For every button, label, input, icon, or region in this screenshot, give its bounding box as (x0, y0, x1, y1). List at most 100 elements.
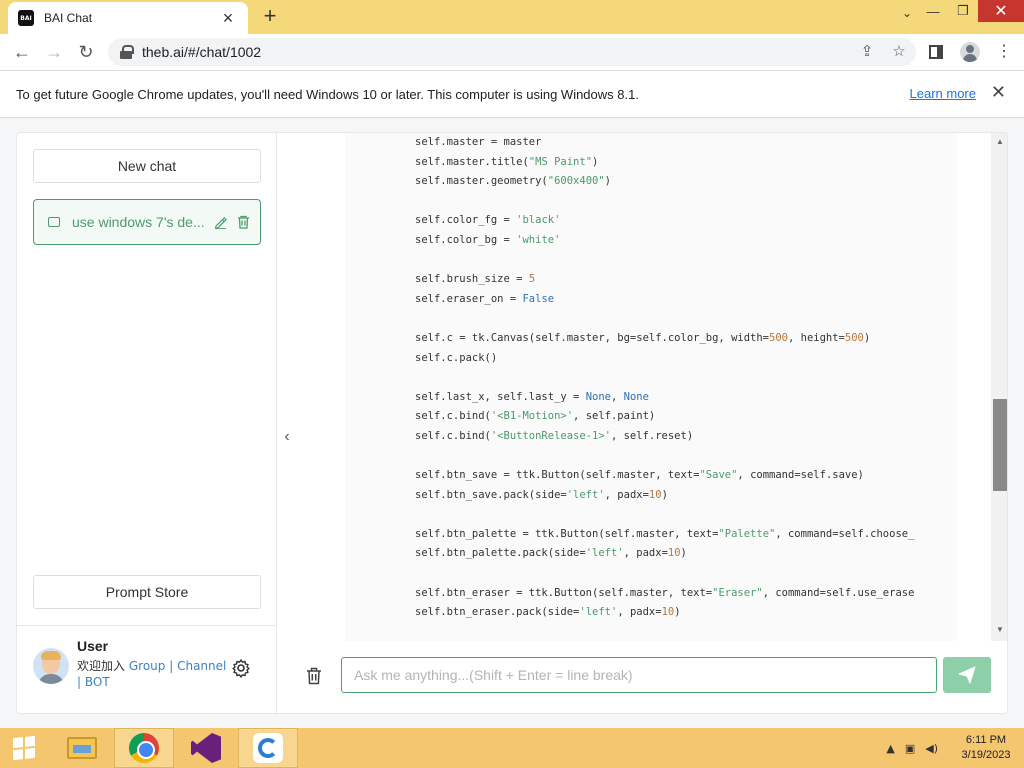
close-window-button[interactable]: ✕ (978, 0, 1024, 22)
chat-app: New chat use windows 7's de... Prompt St… (16, 132, 1008, 714)
back-button[interactable]: ← (6, 36, 38, 68)
code-content: self.master = master self.master.title("M… (415, 133, 914, 623)
profile-avatar-icon (960, 42, 980, 62)
taskbar-quick-assist[interactable] (238, 728, 298, 768)
close-tab-icon[interactable]: × (218, 9, 238, 27)
avatar[interactable] (33, 648, 69, 684)
code-line: self.master.geometry("600x400") (415, 175, 611, 188)
tab-search-chevron-icon[interactable]: ⌄ (902, 6, 912, 20)
side-panel-button[interactable] (924, 38, 948, 66)
collapse-sidebar-chevron-icon[interactable]: ‹ (279, 425, 295, 449)
chat-bubble-icon (48, 217, 60, 227)
forward-button[interactable]: → (38, 36, 70, 68)
prompt-store-button[interactable]: Prompt Store (33, 575, 261, 609)
code-line: self.c.bind('<ButtonRelease-1>', self.re… (415, 429, 694, 442)
code-line: self.master.title("MS Paint") (415, 155, 599, 168)
new-tab-button[interactable]: + (258, 5, 282, 29)
volume-icon[interactable]: ◀) (925, 742, 938, 755)
tab-strip: BAI BAI Chat × + ⌄ — ❐ ✕ (0, 0, 1024, 34)
send-button[interactable] (943, 657, 991, 693)
url-text[interactable]: theb.ai/#/chat/1002 (142, 44, 261, 60)
chat-input[interactable] (341, 657, 937, 693)
windows-taskbar: ▲ ▣ ◀) 6:11 PM 3/19/2023 (0, 728, 1024, 768)
reload-button[interactable]: ↻ (70, 36, 102, 68)
update-infobar: To get future Google Chrome updates, you… (0, 70, 1024, 118)
clear-chat-trash-icon[interactable] (303, 663, 325, 689)
chat-item-title: use windows 7's de... (72, 214, 205, 230)
delete-icon[interactable] (234, 213, 252, 231)
app-background: New chat use windows 7's de... Prompt St… (0, 118, 1024, 728)
visual-studio-icon (191, 733, 221, 763)
browser-menu-icon[interactable]: ⋮ (992, 38, 1016, 66)
infobar-close-icon[interactable]: ✕ (991, 82, 1006, 103)
code-line: self.btn_eraser.pack(side='left', padx=1… (415, 606, 681, 619)
chat-list-item[interactable]: use windows 7's de... (33, 199, 261, 245)
start-button[interactable] (0, 728, 48, 768)
bot-link[interactable]: BOT (85, 675, 110, 689)
clock-time: 6:11 PM (965, 734, 1007, 746)
sidebar: New chat use windows 7's de... Prompt St… (17, 133, 277, 713)
user-links: 欢迎加入 Group | Channel | BOT (77, 658, 227, 690)
code-line: self.color_bg = 'white' (415, 233, 561, 246)
code-line: self.last_x, self.last_y = None, None (415, 390, 649, 403)
user-name: User (77, 638, 109, 654)
address-bar[interactable]: theb.ai/#/chat/1002 ⇪ ☆ (108, 38, 916, 66)
code-line: self.btn_palette = ttk.Button(self.maste… (415, 527, 915, 540)
edit-icon[interactable] (211, 213, 229, 231)
infobar-message: To get future Google Chrome updates, you… (16, 86, 639, 102)
code-line: self.master = master (415, 136, 542, 148)
chrome-icon (129, 733, 159, 763)
browser-tab[interactable]: BAI BAI Chat × (8, 2, 248, 34)
minimize-button[interactable]: — (918, 0, 948, 22)
code-line: self.eraser_on = False (415, 292, 555, 305)
link-separator: | (169, 659, 174, 673)
settings-gear-icon[interactable] (231, 658, 251, 678)
join-text: 欢迎加入 (77, 659, 126, 673)
channel-link[interactable]: Channel (177, 659, 226, 673)
code-line: self.btn_eraser = ttk.Button(self.master… (415, 586, 915, 599)
code-line: self.btn_save.pack(side='left', padx=10) (415, 488, 668, 501)
system-tray: ▲ ▣ ◀) 6:11 PM 3/19/2023 (886, 728, 1016, 768)
code-line: self.brush_size = 5 (415, 273, 536, 286)
scroll-up-arrow-icon[interactable]: ▲ (993, 135, 1007, 149)
browser-toolbar: ← → ↻ theb.ai/#/chat/1002 ⇪ ☆ ⋮ (0, 34, 1024, 70)
network-icon[interactable]: ▣ (905, 742, 915, 755)
code-line: self.btn_palette.pack(side='left', padx=… (415, 547, 687, 560)
window-controls: — ❐ ✕ (918, 0, 1024, 24)
restore-button[interactable]: ❐ (948, 0, 978, 22)
scrollbar-thumb[interactable] (993, 399, 1007, 491)
profile-button[interactable] (958, 38, 982, 66)
input-row (277, 641, 1007, 713)
tab-title: BAI Chat (44, 11, 93, 25)
new-chat-button[interactable]: New chat (33, 149, 261, 183)
code-line: self.c.bind('<B1-Motion>', self.paint) (415, 410, 656, 423)
code-line: self.color_fg = 'black' (415, 214, 561, 227)
bookmark-star-icon[interactable]: ☆ (890, 42, 908, 62)
share-icon[interactable]: ⇪ (858, 42, 876, 62)
taskbar-file-explorer[interactable] (52, 728, 112, 768)
learn-more-link[interactable]: Learn more (910, 86, 976, 101)
side-panel-icon (929, 45, 943, 59)
group-link[interactable]: Group (129, 659, 166, 673)
taskbar-chrome[interactable] (114, 728, 174, 768)
clock-date: 3/19/2023 (961, 749, 1011, 761)
quick-assist-icon (253, 733, 283, 763)
bai-favicon-icon: BAI (18, 10, 34, 26)
clock[interactable]: 6:11 PM 3/19/2023 (956, 733, 1016, 763)
user-panel: User 欢迎加入 Group | Channel | BOT (17, 625, 277, 713)
send-icon (958, 666, 976, 684)
scrollbar-track[interactable] (991, 133, 1007, 641)
code-line: self.btn_save = ttk.Button(self.master, … (415, 469, 864, 482)
taskbar-visual-studio[interactable] (176, 728, 236, 768)
lock-icon[interactable] (120, 45, 134, 59)
show-hidden-icons-icon[interactable]: ▲ (886, 742, 894, 755)
scroll-down-arrow-icon[interactable]: ▼ (993, 623, 1007, 637)
link-separator: | (77, 675, 82, 689)
